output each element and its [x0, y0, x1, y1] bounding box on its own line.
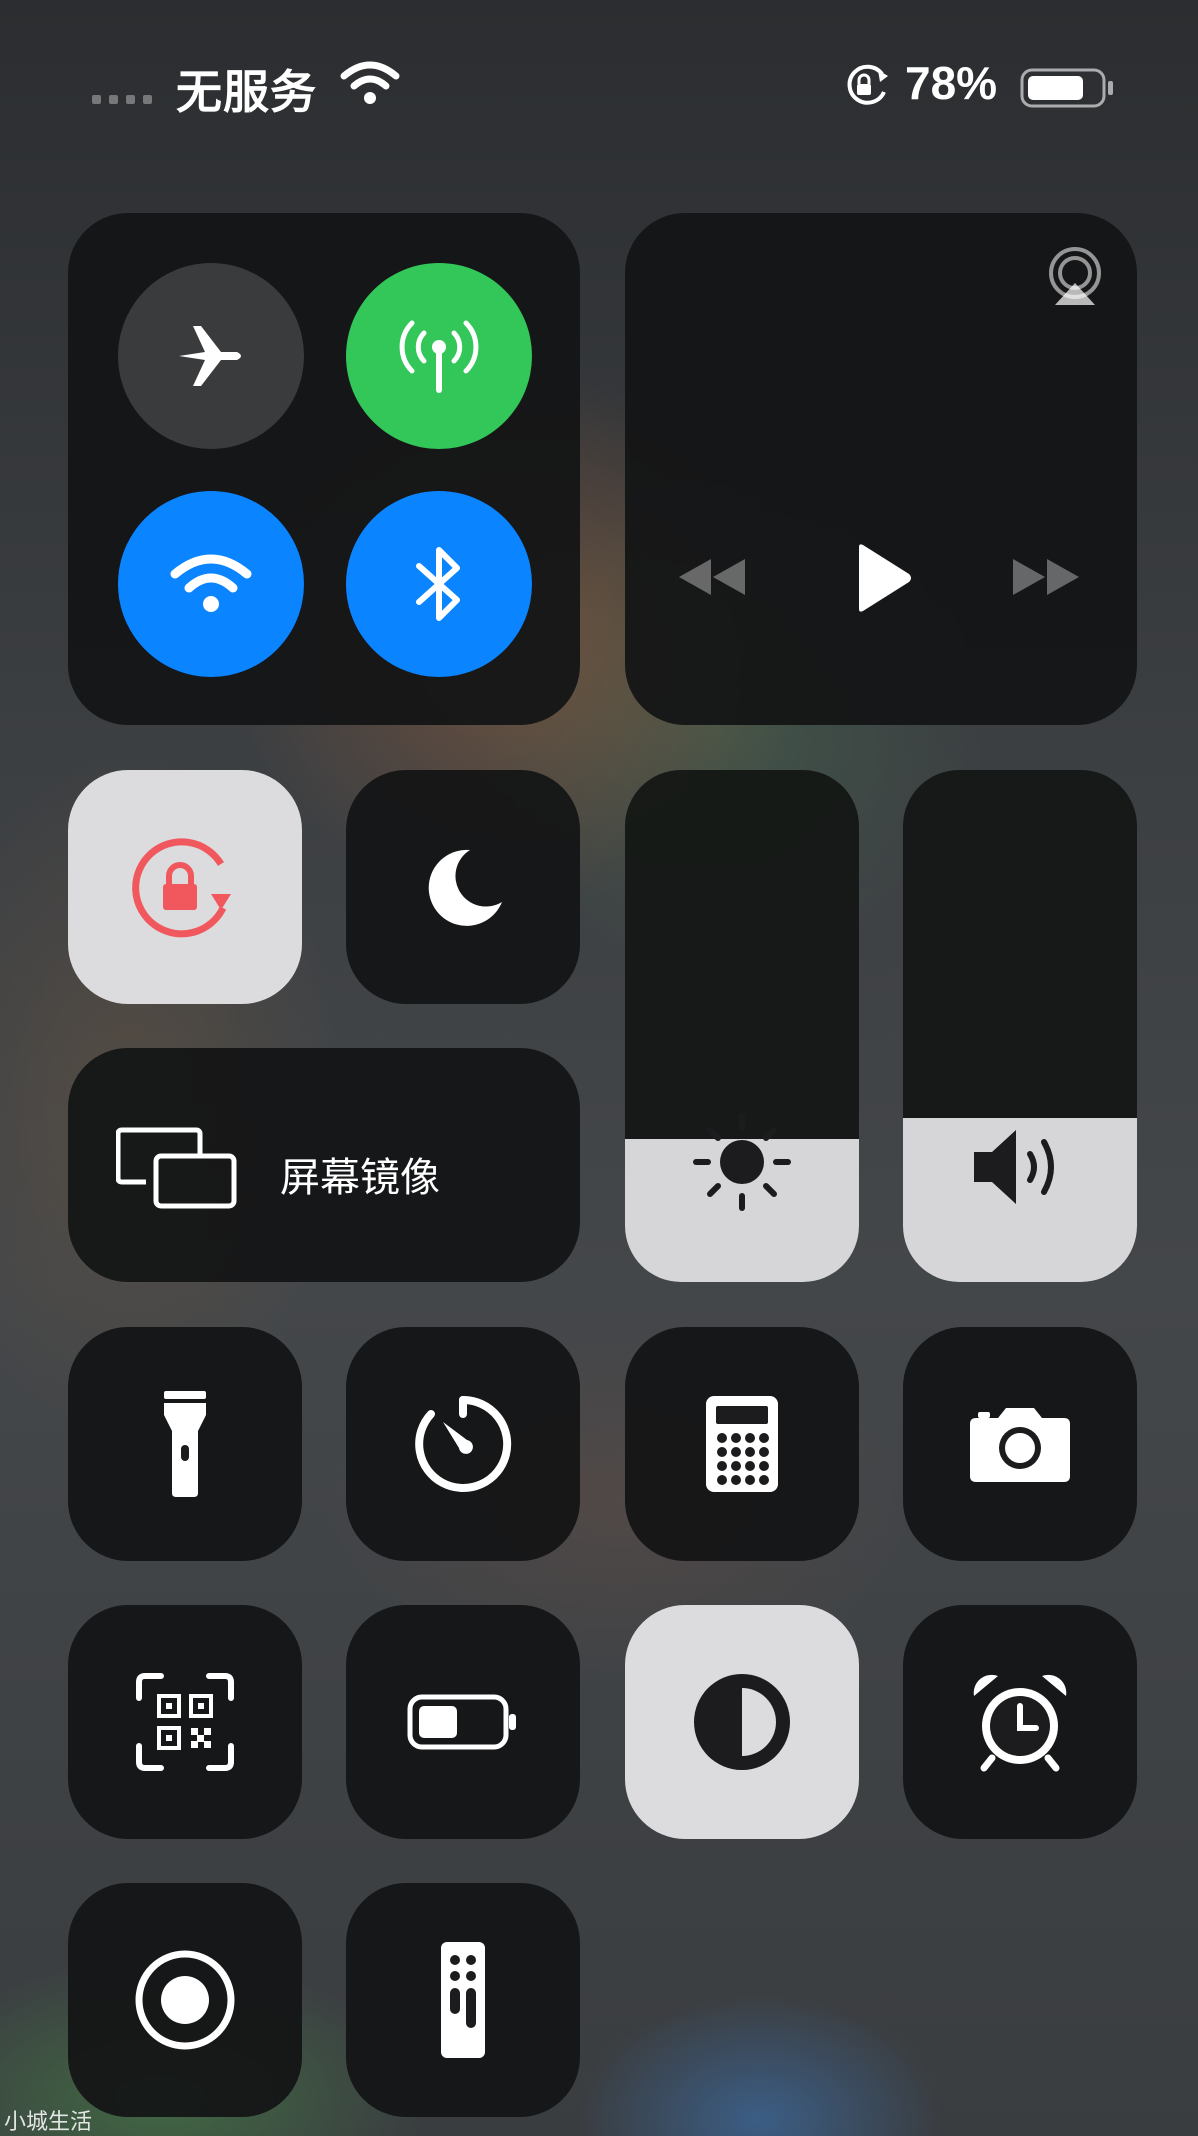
play-button[interactable] — [853, 543, 913, 618]
airplay-icon — [1049, 247, 1101, 305]
rewind-icon — [679, 559, 745, 595]
screen-mirroring-label: 屏幕镜像 — [280, 1156, 440, 1200]
sun-icon — [693, 1113, 791, 1211]
watermark-text: 小城生活 — [4, 2109, 93, 2134]
wifi-button[interactable] — [118, 491, 304, 677]
now-playing-module — [625, 213, 1137, 725]
airplay-button[interactable] — [1045, 247, 1105, 312]
play-icon — [859, 544, 911, 612]
bluetooth-icon — [416, 547, 460, 621]
timer-button[interactable] — [346, 1327, 580, 1561]
calculator-icon — [706, 1396, 778, 1492]
signal-strength-icon — [92, 95, 152, 104]
screen-mirroring-icon — [115, 1127, 237, 1209]
camera-button[interactable] — [903, 1327, 1137, 1561]
qr-scanner-button[interactable] — [68, 1605, 302, 1839]
fast-forward-icon — [1013, 559, 1079, 595]
flashlight-button[interactable] — [68, 1327, 302, 1561]
orientation-lock-button[interactable] — [68, 770, 302, 1004]
flashlight-icon — [164, 1391, 206, 1497]
remote-icon — [441, 1942, 485, 2058]
do-not-disturb-button[interactable] — [346, 770, 580, 1004]
calculator-button[interactable] — [625, 1327, 859, 1561]
connectivity-module — [68, 213, 580, 725]
screen-recording-button[interactable] — [68, 1883, 302, 2117]
wifi-status-icon — [340, 60, 400, 111]
screen-mirroring-button[interactable]: 屏幕镜像 — [68, 1048, 580, 1282]
moon-icon — [428, 849, 502, 926]
antenna-icon — [399, 320, 479, 393]
record-icon — [135, 1950, 235, 2050]
battery-icon — [407, 1694, 516, 1750]
low-power-mode-button[interactable] — [346, 1605, 580, 1839]
orientation-lock-status-icon — [842, 64, 892, 113]
timer-icon — [415, 1395, 512, 1492]
alarm-icon — [973, 1674, 1067, 1772]
airplane-mode-button[interactable] — [118, 263, 304, 449]
volume-slider[interactable] — [903, 770, 1137, 1282]
airplane-icon — [179, 326, 241, 386]
brightness-slider[interactable] — [625, 770, 859, 1282]
status-bar: 无服务 78% — [0, 0, 1198, 170]
previous-track-button[interactable] — [677, 557, 747, 602]
next-track-button[interactable] — [1011, 557, 1081, 602]
bluetooth-button[interactable] — [346, 491, 532, 677]
carrier-label: 无服务 — [176, 66, 317, 118]
wifi-icon — [170, 554, 252, 612]
cellular-data-button[interactable] — [346, 263, 532, 449]
alarm-button[interactable] — [903, 1605, 1137, 1839]
battery-icon — [1020, 66, 1116, 115]
orientation-lock-icon — [132, 838, 231, 938]
apple-tv-remote-button[interactable] — [346, 1883, 580, 2117]
dark-mode-icon — [694, 1674, 790, 1770]
dark-mode-button[interactable] — [625, 1605, 859, 1839]
camera-icon — [970, 1408, 1070, 1482]
qr-code-icon — [136, 1673, 234, 1771]
speaker-icon — [974, 1130, 1054, 1204]
battery-percentage: 78% — [905, 57, 998, 109]
